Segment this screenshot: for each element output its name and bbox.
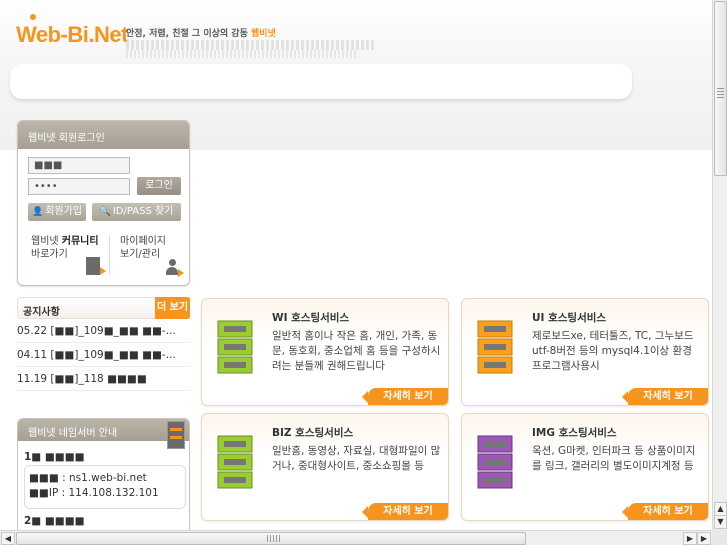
login-id-input[interactable]: ■■■ — [28, 157, 130, 174]
notice-box: 공지사항 더 보기 05.22 [■■]_109■_■■ ■■-... 04.1… — [17, 297, 190, 391]
notice-date: 11.19 — [17, 373, 48, 385]
server-stack-icon — [217, 320, 253, 374]
service-desc: 제로보드xe, 테터툴즈, TC, 그누보드 utf-8버전 등의 mysql4… — [532, 330, 694, 372]
scroll-end-arrow-icon[interactable]: ▶ — [697, 532, 711, 545]
service-card-biz: BIZ 호스팅서비스 일반홈, 동영상, 자료실, 대형파일이 많거나, 중대형… — [201, 413, 449, 521]
vertical-scrollbar[interactable]: ▲ ▼ — [712, 0, 727, 530]
notice-header: 공지사항 더 보기 — [17, 297, 190, 319]
community-word: 커뮤니티 — [61, 236, 99, 247]
person-icon — [166, 259, 184, 277]
nameserver-box: 웹비넷 네임서버 안내 1■ ■■■■ ■■■ : ns1.web-bi.net… — [17, 418, 190, 530]
service-title: IMG 호스팅서비스 — [532, 427, 617, 439]
scroll-right-arrow-icon[interactable]: ▶ — [683, 532, 697, 545]
document-icon — [86, 257, 106, 275]
notice-text: [■■]_109■_■■ ■■-... — [50, 325, 176, 337]
nameserver-title: 웹비넷 네임서버 안내 — [28, 428, 118, 439]
search-icon: 🔍 — [99, 207, 111, 217]
notice-item[interactable]: 11.19 [■■]_118 ■■■■ — [17, 367, 190, 391]
mypage-link[interactable]: 마이페이지 보기/관리 — [120, 235, 166, 261]
slogan-brand: 웹비넷 — [251, 29, 276, 39]
service-card-ui: UI 호스팅서비스 제로보드xe, 테터툴즈, TC, 그누보드 utf-8버전… — [461, 298, 709, 406]
scrollbar-corner — [712, 530, 727, 545]
nameserver-card: ■■■ : ns1.web-bi.net ■■IP : 114.108.132.… — [24, 465, 186, 509]
notice-item[interactable]: 05.22 [■■]_109■_■■ ■■-... — [17, 319, 190, 343]
service-card-img: IMG 호스팅서비스 옥션, G마켓, 인터파크 등 상품이미지를 링크, 갤러… — [461, 413, 709, 521]
nameserver-second-label: 2■ ■■■■ — [24, 515, 85, 527]
vertical-scroll-thumb[interactable] — [714, 1, 727, 176]
slogan: 안정, 저렴, 친절 그 이상의 감동 웹비넷 — [126, 26, 276, 39]
notice-title: 공지사항 — [23, 307, 60, 318]
nameserver-ip: ■■IP : 114.108.132.101 — [29, 487, 159, 499]
login-password-input[interactable]: •••• — [28, 178, 130, 195]
logo-dot — [30, 14, 36, 20]
find-button-label: ID/PASS 찾기 — [112, 206, 174, 217]
service-desc: 옥션, G마켓, 인터파크 등 상품이미지를 링크, 갤러리의 별도이미지계정 … — [532, 445, 696, 472]
notice-date: 05.22 — [17, 325, 48, 337]
scroll-down-arrow-icon[interactable]: ▼ — [714, 515, 727, 529]
service-more-button[interactable]: 자세히 보기 — [622, 388, 708, 405]
user-icon: 👤 — [31, 207, 44, 217]
main-navbar — [10, 64, 632, 99]
service-more-button[interactable]: 자세히 보기 — [622, 503, 708, 520]
service-more-button[interactable]: 자세히 보기 — [362, 388, 448, 405]
join-button-label: 회원가입 — [45, 206, 83, 217]
service-title: UI 호스팅서비스 — [532, 312, 607, 324]
scroll-grip — [267, 535, 281, 542]
slogan-fine-print — [126, 40, 376, 50]
horizontal-scrollbar[interactable]: ◀ ▶ ▶ — [0, 530, 712, 545]
slogan-fine-print-2 — [126, 50, 356, 58]
nameserver-header: 웹비넷 네임서버 안내 — [18, 419, 189, 449]
horizontal-scroll-thumb[interactable] — [16, 532, 526, 545]
notice-item[interactable]: 04.11 [■■]_109■_■■ ■■-... — [17, 343, 190, 367]
page: Web-Bi.Net 안정, 저렴, 친절 그 이상의 감동 웹비넷 웹비넷 회… — [0, 0, 712, 530]
nameserver-first-label: 1■ ■■■■ — [24, 451, 85, 463]
server-stack-icon — [477, 435, 513, 489]
mypage-line2: 보기/관리 — [120, 249, 161, 260]
service-title: WI 호스팅서비스 — [272, 312, 350, 324]
notice-text: [■■]_118 ■■■■ — [50, 373, 147, 385]
server-icon — [167, 421, 185, 449]
find-id-pass-button[interactable]: 🔍 ID/PASS 찾기 — [92, 203, 181, 221]
server-stack-icon — [477, 320, 513, 374]
notice-text: [■■]_109■_■■ ■■-... — [50, 349, 176, 361]
mypage-line1: 마이페이지 — [120, 236, 166, 247]
service-title: BIZ 호스팅서비스 — [272, 427, 354, 439]
logo[interactable]: Web-Bi.Net — [16, 14, 128, 48]
notice-more-button[interactable]: 더 보기 — [155, 297, 190, 319]
community-go: 바로가기 — [31, 249, 68, 260]
slogan-text: 안정, 저렴, 친절 그 이상의 감동 — [126, 29, 248, 39]
nameserver-host: ■■■ : ns1.web-bi.net — [29, 472, 147, 484]
service-desc: 일반홈, 동영상, 자료실, 대형파일이 많거나, 중대형사이트, 중소쇼핑몰 … — [272, 445, 441, 472]
join-button[interactable]: 👤 회원가입 — [28, 203, 86, 221]
server-stack-icon — [217, 435, 253, 489]
logo-text: Web-Bi.Net — [16, 22, 128, 47]
service-card-wi: WI 호스팅서비스 일반적 홈이나 작은 홈, 개인, 가족, 동문, 동호회,… — [201, 298, 449, 406]
login-button[interactable]: 로그인 — [137, 177, 181, 195]
scroll-left-arrow-icon[interactable]: ◀ — [1, 532, 15, 545]
scroll-grip — [717, 88, 724, 100]
community-prefix: 웹비넷 — [31, 236, 62, 247]
service-desc: 일반적 홈이나 작은 홈, 개인, 가족, 동문, 동호회, 중소업체 홈 등을… — [272, 330, 441, 372]
service-more-button[interactable]: 자세히 보기 — [362, 503, 448, 520]
scroll-up-arrow-icon[interactable]: ▲ — [714, 502, 727, 516]
notice-date: 04.11 — [17, 349, 48, 361]
login-divider — [109, 235, 110, 275]
login-title: 웹비넷 회원로그인 — [18, 121, 189, 149]
login-box: 웹비넷 회원로그인 ■■■ •••• 로그인 👤 회원가입 🔍 ID/PASS 찾기… — [17, 120, 190, 286]
